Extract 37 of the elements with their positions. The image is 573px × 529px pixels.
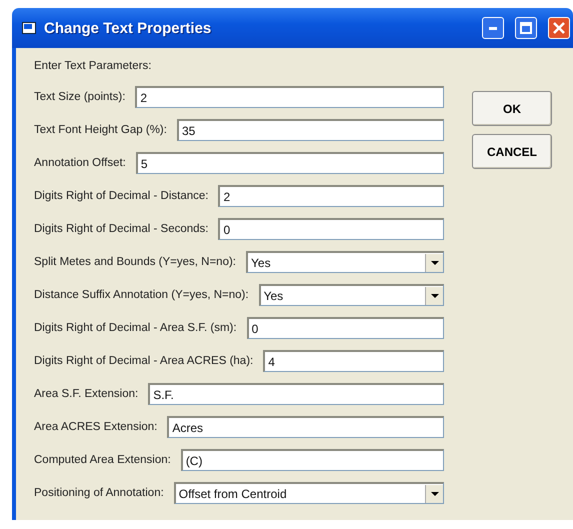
app-icon: [22, 22, 36, 34]
input-field[interactable]: 0: [246, 317, 444, 339]
close-icon: [553, 22, 565, 34]
dropdown[interactable]: Yes: [246, 251, 444, 273]
maximize-button[interactable]: [515, 17, 537, 39]
field-label: Area S.F. Extension:: [34, 388, 138, 400]
dialog-button[interactable]: CANCEL: [472, 134, 552, 169]
field-label: Distance Suffix Annotation (Y=yes, N=no):: [34, 289, 249, 301]
input-field[interactable]: 0: [218, 218, 444, 240]
field-label: Digits Right of Decimal - Seconds:: [34, 223, 208, 235]
field-label: Annotation Offset:: [34, 157, 126, 169]
input-field[interactable]: (C): [180, 449, 444, 471]
field-label: Digits Right of Decimal - Distance:: [34, 190, 208, 202]
input-field[interactable]: Acres: [167, 416, 444, 438]
field-label: Text Size (points):: [34, 91, 126, 103]
minimize-icon: [489, 26, 497, 30]
field-label: Digits Right of Decimal - Area S.F. (sm):: [34, 322, 237, 334]
input-field[interactable]: 4: [263, 350, 444, 372]
field-label: Split Metes and Bounds (Y=yes, N=no):: [34, 256, 236, 268]
maximize-icon: [520, 22, 532, 34]
dropdown[interactable]: Yes: [258, 284, 444, 306]
input-field[interactable]: 2: [218, 185, 444, 207]
field-label: Computed Area Extension:: [34, 454, 171, 466]
field-label: Positioning of Annotation:: [34, 487, 164, 499]
input-field[interactable]: 2: [135, 86, 444, 108]
input-field[interactable]: 35: [176, 119, 444, 141]
section-heading: Enter Text Parameters:: [34, 60, 152, 74]
field-label: Digits Right of Decimal - Area ACRES (ha):: [34, 355, 254, 367]
field-label: Area ACRES Extension:: [34, 421, 158, 433]
dropdown[interactable]: Offset from Centroid: [174, 482, 444, 504]
window-title: Change Text Properties: [44, 20, 212, 36]
input-field[interactable]: S.F.: [148, 383, 444, 405]
minimize-button[interactable]: [482, 17, 504, 39]
close-button[interactable]: [548, 17, 570, 39]
field-label: Text Font Height Gap (%):: [34, 124, 167, 136]
dialog-button[interactable]: OK: [472, 91, 552, 126]
input-field[interactable]: 5: [136, 152, 444, 174]
